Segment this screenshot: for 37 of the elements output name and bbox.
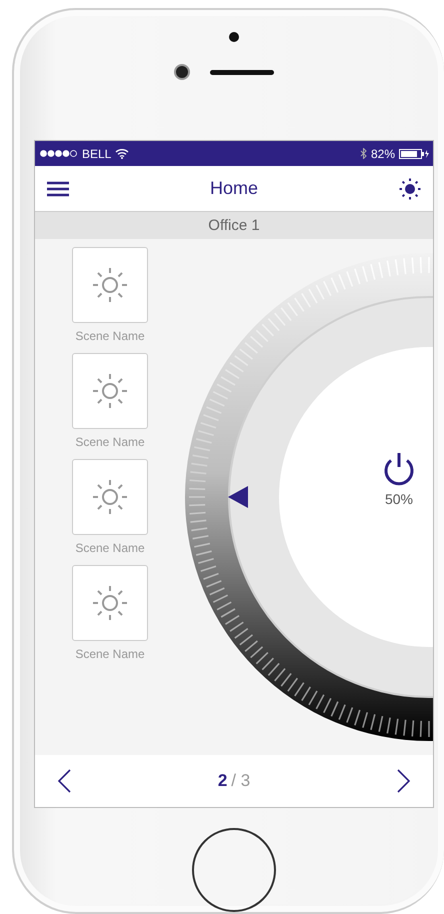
room-name: Office 1 (35, 212, 433, 239)
sun-icon (90, 265, 130, 305)
sun-icon (90, 583, 130, 623)
signal-icon (40, 150, 78, 157)
camera-lens (174, 64, 190, 80)
wifi-icon (115, 148, 130, 159)
scene-button[interactable] (72, 459, 148, 535)
scene-button[interactable] (72, 565, 148, 641)
chevron-right-icon (397, 769, 411, 793)
sun-icon (90, 371, 130, 411)
scene-button[interactable] (72, 247, 148, 323)
menu-icon (47, 180, 69, 196)
battery-percent: 82% (370, 146, 395, 160)
scene-label: Scene Name (75, 647, 145, 661)
carrier-name: BELL (82, 146, 112, 160)
scene-label: Scene Name (75, 541, 145, 555)
brightness-button[interactable] (398, 178, 421, 200)
scene-label: Scene Name (75, 329, 145, 343)
home-button[interactable] (192, 828, 276, 912)
speaker-grille (210, 70, 274, 74)
dial-pointer[interactable] (228, 486, 248, 508)
screen-title: Home (210, 178, 258, 199)
previous-button[interactable] (57, 769, 71, 793)
sensor-dot (229, 32, 239, 42)
dimmer-reading: 50% (384, 491, 414, 507)
menu-button[interactable] (47, 180, 69, 196)
page-total: / 3 (231, 771, 250, 791)
power-icon[interactable] (382, 451, 416, 487)
next-button[interactable] (397, 769, 411, 793)
chevron-left-icon (57, 769, 71, 793)
bluetooth-icon (360, 148, 367, 159)
battery-icon (399, 148, 429, 158)
sun-icon (398, 178, 421, 200)
current-page: 2 (218, 771, 228, 791)
sun-icon (90, 477, 130, 517)
scene-label: Scene Name (75, 435, 145, 449)
scene-button[interactable] (72, 353, 148, 429)
